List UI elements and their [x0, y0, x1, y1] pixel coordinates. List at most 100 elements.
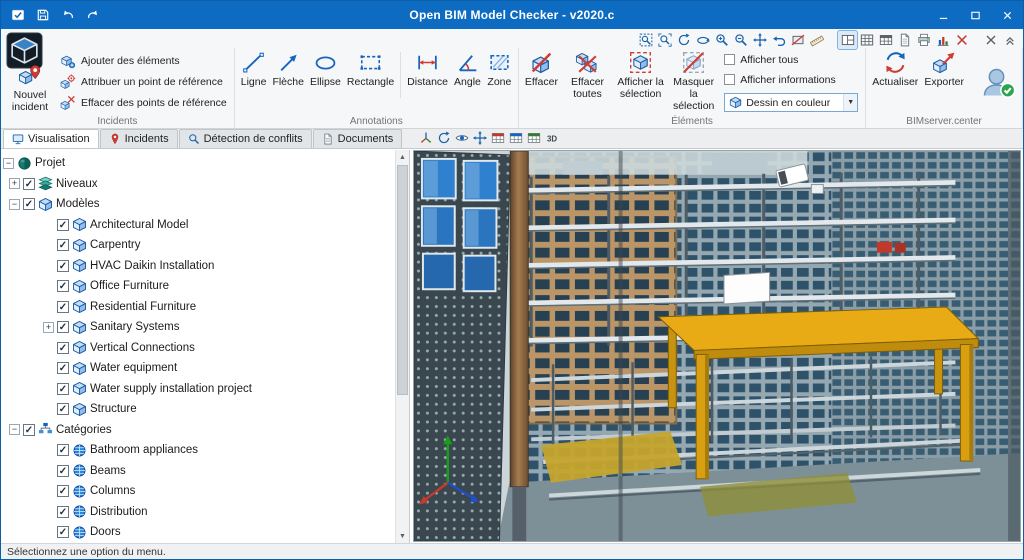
- tree-row[interactable]: − ✓ Modèles: [1, 194, 395, 215]
- tree-checkbox[interactable]: ✓: [57, 239, 69, 252]
- tree-row[interactable]: ✓ Architectural Model: [1, 215, 395, 236]
- tree-checkbox[interactable]: ✓: [57, 485, 69, 498]
- tree-row[interactable]: ✓ Bathroom appliances: [1, 440, 395, 461]
- drawing-mode-dropdown[interactable]: Dessin en couleur ▼: [724, 93, 859, 112]
- collapse-ribbon-icon[interactable]: [1000, 31, 1019, 49]
- red-table-icon[interactable]: [489, 129, 507, 146]
- tree-scrollbar[interactable]: ▲ ▼: [395, 150, 409, 543]
- minimize-button[interactable]: [927, 1, 959, 29]
- save-icon[interactable]: [34, 7, 51, 24]
- orbit-icon[interactable]: [674, 31, 693, 49]
- tree-row[interactable]: ✓ Water supply installation project: [1, 379, 395, 400]
- tree-checkbox[interactable]: ✓: [57, 464, 69, 477]
- tree-checkbox[interactable]: ✓: [57, 280, 69, 293]
- add-elements-button[interactable]: Ajouter des éléments: [56, 50, 231, 71]
- tree-checkbox[interactable]: ✓: [57, 341, 69, 354]
- zoom-in-icon[interactable]: [712, 31, 731, 49]
- scroll-up-button[interactable]: ▲: [396, 150, 409, 164]
- report-icon[interactable]: [895, 31, 914, 49]
- zoom-out-icon[interactable]: [731, 31, 750, 49]
- tree-checkbox[interactable]: ✓: [57, 218, 69, 231]
- arrow-button[interactable]: Flèche: [269, 48, 307, 89]
- previous-view-icon[interactable]: [769, 31, 788, 49]
- tab-incidents[interactable]: Incidents: [99, 129, 178, 148]
- refresh-button[interactable]: Actualiser: [869, 48, 921, 89]
- checkbox-icon[interactable]: [724, 54, 736, 65]
- blue-table-icon[interactable]: [507, 129, 525, 146]
- 3d-viewport[interactable]: [413, 150, 1021, 542]
- show-information-checkbox[interactable]: Afficher informations: [724, 71, 858, 88]
- tree-row[interactable]: ✓ Office Furniture: [1, 276, 395, 297]
- zoom-extents-icon[interactable]: [655, 31, 674, 49]
- checkbox-icon[interactable]: [724, 74, 736, 85]
- maximize-button[interactable]: [959, 1, 991, 29]
- rotate-view-icon[interactable]: [693, 31, 712, 49]
- tree-checkbox[interactable]: ✓: [57, 526, 69, 539]
- tree-checkbox[interactable]: ✓: [23, 198, 35, 211]
- tab-visualisation[interactable]: Visualisation: [3, 129, 99, 148]
- tree-row[interactable]: + ✓ Niveaux: [1, 174, 395, 195]
- ellipse-button[interactable]: Ellipse: [307, 48, 344, 89]
- tree-row[interactable]: ✓ Columns: [1, 481, 395, 502]
- show-selection-button[interactable]: Afficher la sélection: [614, 48, 667, 101]
- chevron-down-icon[interactable]: ▼: [843, 94, 858, 111]
- tree-checkbox[interactable]: ✓: [57, 444, 69, 457]
- tree-row[interactable]: ✓ Distribution: [1, 502, 395, 523]
- grid-icon[interactable]: [857, 31, 876, 49]
- tree-row[interactable]: − ✓ Catégories: [1, 420, 395, 441]
- tab-documents[interactable]: Documents: [312, 129, 403, 148]
- zone-button[interactable]: Zone: [484, 48, 515, 89]
- rectangle-button[interactable]: Rectangle: [344, 48, 397, 89]
- tree-checkbox[interactable]: ✓: [23, 177, 35, 190]
- tree-expander-icon[interactable]: −: [3, 157, 14, 169]
- viewport-layout-icon[interactable]: [837, 29, 858, 50]
- tree-expander-icon[interactable]: +: [9, 178, 20, 190]
- export-button[interactable]: Exporter: [921, 48, 967, 89]
- tree-row[interactable]: ✓ Water equipment: [1, 358, 395, 379]
- section-icon[interactable]: [788, 31, 807, 49]
- erase-all-button[interactable]: Effacer toutes: [561, 48, 614, 101]
- tables-icon[interactable]: [876, 31, 895, 49]
- tree-row[interactable]: ✓ Structure: [1, 399, 395, 420]
- delete-reference-points-button[interactable]: Effacer des points de référence: [56, 92, 231, 113]
- hide-selection-button[interactable]: Masquer la sélection: [667, 48, 720, 112]
- tree-row[interactable]: ✓ Doors: [1, 522, 395, 543]
- show-all-checkbox[interactable]: Afficher tous: [724, 51, 858, 68]
- tree-expander-icon[interactable]: −: [9, 424, 20, 436]
- zoom-window-icon[interactable]: [636, 31, 655, 49]
- tree-row[interactable]: + ✓ Sanitary Systems: [1, 317, 395, 338]
- tree-expander-icon[interactable]: +: [43, 321, 54, 333]
- distance-button[interactable]: Distance: [404, 48, 451, 89]
- tree-row[interactable]: ✓ Vertical Connections: [1, 338, 395, 359]
- tree-checkbox[interactable]: ✓: [57, 403, 69, 416]
- tree-checkbox[interactable]: ✓: [57, 300, 69, 313]
- tree-row[interactable]: ✓ Beams: [1, 461, 395, 482]
- orbit-view-icon[interactable]: [435, 129, 453, 146]
- walk-icon[interactable]: [471, 129, 489, 146]
- erase-button[interactable]: Effacer: [522, 48, 561, 89]
- tab-conflict-detection[interactable]: Détection de conflits: [178, 129, 312, 148]
- measure-icon[interactable]: [807, 31, 826, 49]
- tree-row[interactable]: ✓ Carpentry: [1, 235, 395, 256]
- chart-icon[interactable]: [933, 31, 952, 49]
- line-button[interactable]: Ligne: [238, 48, 270, 89]
- pan-icon[interactable]: [750, 31, 769, 49]
- view-3d-icon[interactable]: [543, 129, 561, 146]
- tree-row[interactable]: ✓ HVAC Daikin Installation: [1, 256, 395, 277]
- tree-checkbox[interactable]: ✓: [57, 362, 69, 375]
- cut-icon[interactable]: [952, 31, 971, 49]
- redo-icon[interactable]: [84, 7, 101, 24]
- close-button[interactable]: [991, 1, 1023, 29]
- tree-checkbox[interactable]: ✓: [57, 259, 69, 272]
- projection-icon[interactable]: [417, 129, 435, 146]
- angle-button[interactable]: Angle: [451, 48, 484, 89]
- undo-icon[interactable]: [59, 7, 76, 24]
- title-bar[interactable]: Open BIM Model Checker - v2020.c: [1, 1, 1023, 29]
- assign-reference-point-button[interactable]: Attribuer un point de référence: [56, 71, 231, 92]
- tree-row[interactable]: ✓ Residential Furniture: [1, 297, 395, 318]
- app-badge-icon[interactable]: [9, 7, 26, 24]
- tree-expander-icon[interactable]: −: [9, 198, 20, 210]
- close-view-icon[interactable]: [981, 31, 1000, 49]
- scroll-down-button[interactable]: ▼: [396, 529, 409, 543]
- tree-checkbox[interactable]: ✓: [57, 321, 69, 334]
